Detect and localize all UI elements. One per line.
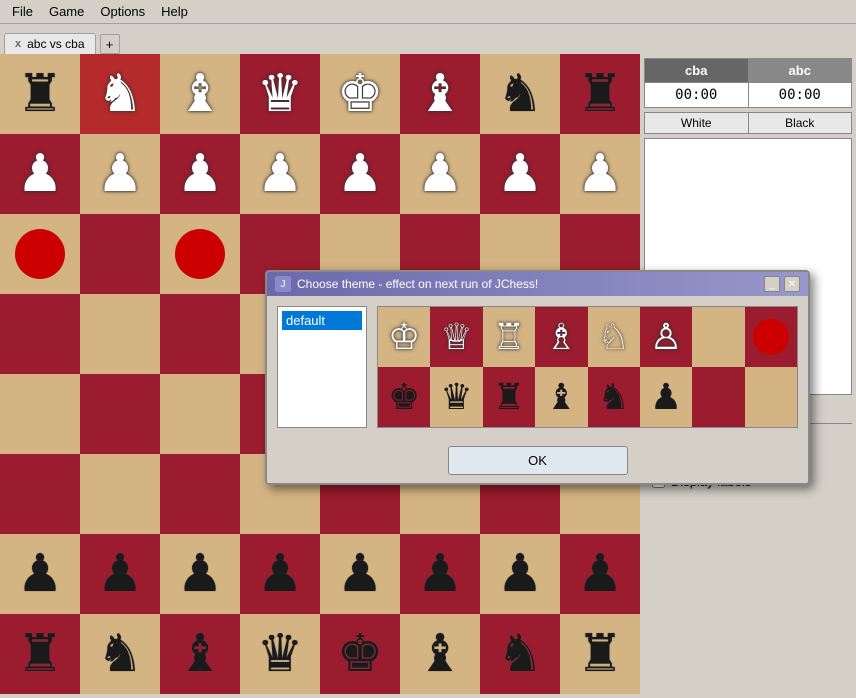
ok-button[interactable]: OK (448, 446, 628, 475)
dialog-title: Choose theme - effect on next run of JCh… (297, 277, 538, 291)
dialog-content: default ♔♕♖♗♘♙ ♚♛♜♝♞♟ (267, 296, 808, 438)
theme-list[interactable]: default (277, 306, 367, 428)
dialog-icon: J (275, 276, 291, 292)
piece-preview: ♔♕♖♗♘♙ ♚♛♜♝♞♟ (377, 306, 798, 428)
dialog-titlebar-left: J Choose theme - effect on next run of J… (275, 276, 538, 292)
preview-white-2: ♖ (483, 307, 535, 367)
theme-default[interactable]: default (282, 311, 362, 330)
theme-dialog: J Choose theme - effect on next run of J… (265, 270, 810, 485)
preview-black-4: ♞ (588, 367, 640, 427)
dialog-overlay: J Choose theme - effect on next run of J… (0, 0, 856, 698)
preview-black-1: ♛ (430, 367, 482, 427)
preview-white-6 (692, 307, 744, 367)
preview-red-circle (753, 319, 789, 355)
preview-black-7 (745, 367, 797, 427)
dialog-footer: OK (267, 438, 808, 483)
preview-black-5: ♟ (640, 367, 692, 427)
preview-white-3: ♗ (535, 307, 587, 367)
dialog-controls: _ ✕ (764, 276, 800, 292)
preview-white-1: ♕ (430, 307, 482, 367)
preview-white-7 (745, 307, 797, 367)
preview-white-0: ♔ (378, 307, 430, 367)
preview-black-0: ♚ (378, 367, 430, 427)
dialog-titlebar: J Choose theme - effect on next run of J… (267, 272, 808, 296)
preview-black-3: ♝ (535, 367, 587, 427)
preview-black-6 (692, 367, 744, 427)
preview-black-2: ♜ (483, 367, 535, 427)
preview-white-4: ♘ (588, 307, 640, 367)
preview-white-5: ♙ (640, 307, 692, 367)
dialog-minimize-button[interactable]: _ (764, 276, 780, 292)
dialog-close-button[interactable]: ✕ (784, 276, 800, 292)
